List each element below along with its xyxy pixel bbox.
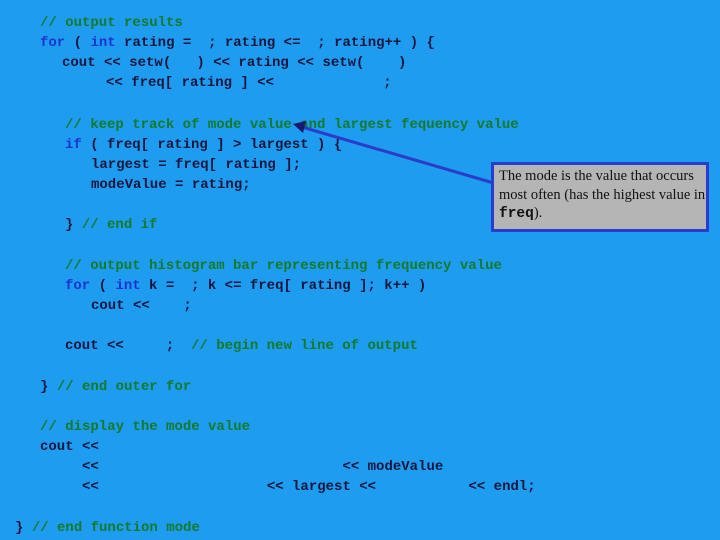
callout-text: The mode is the value that occurs most o…	[499, 168, 706, 203]
callout-text-end: ).	[533, 205, 543, 221]
callout-arrow	[293, 121, 498, 186]
callout-box: The mode is the value that occurs most o…	[491, 162, 709, 232]
callout-code: freq	[499, 206, 534, 222]
